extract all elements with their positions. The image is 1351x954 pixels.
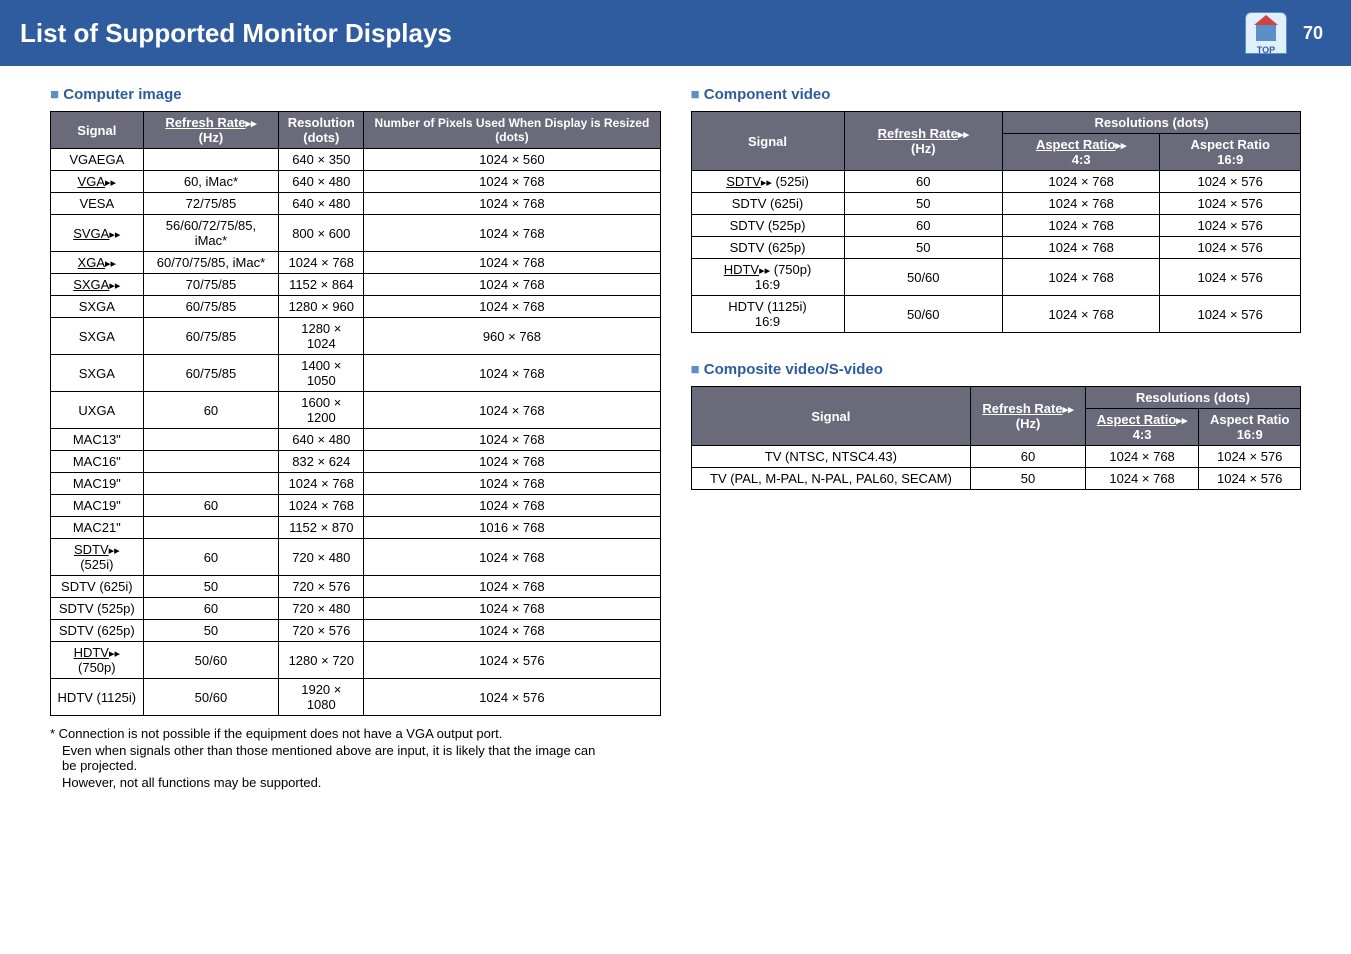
th-ar169b: Aspect Ratio16:9 [1199, 409, 1301, 446]
table-row: SDTV (625p)501024 × 7681024 × 576 [691, 237, 1301, 259]
table-row: VGAEGA640 × 3501024 × 560 [51, 149, 661, 171]
section-computer: Computer image [50, 86, 661, 103]
th-ar43: Aspect Ratio▸▸4:3 [1003, 134, 1160, 171]
table-row: SXGA60/75/851280 × 1024960 × 768 [51, 318, 661, 355]
table-row: XGA▸▸60/70/75/85, iMac*1024 × 7681024 × … [51, 252, 661, 274]
th-refresh: Refresh Rate▸▸(Hz) [143, 112, 279, 149]
table-row: SVGA▸▸56/60/72/75/85, iMac*800 × 6001024… [51, 215, 661, 252]
th-signal: Signal [51, 112, 144, 149]
table-row: SDTV (625p)50720 × 5761024 × 768 [51, 620, 661, 642]
table-row: SXGA60/75/851280 × 9601024 × 768 [51, 296, 661, 318]
th-resolutions2: Resolutions (dots) [1085, 387, 1300, 409]
table-row: MAC19"601024 × 7681024 × 768 [51, 495, 661, 517]
composite-table: Signal Refresh Rate▸▸(Hz) Resolutions (d… [691, 386, 1302, 490]
th-ar43b: Aspect Ratio▸▸4:3 [1085, 409, 1199, 446]
title-bar: List of Supported Monitor Displays TOP 7… [0, 0, 1351, 66]
top-icon[interactable]: TOP [1245, 12, 1287, 54]
section-component: Component video [691, 86, 1302, 103]
table-row: HDTV▸▸ (750p)16:950/601024 × 7681024 × 5… [691, 259, 1301, 296]
th-signal2: Signal [691, 112, 844, 171]
table-row: SXGA▸▸70/75/851152 × 8641024 × 768 [51, 274, 661, 296]
table-row: SXGA60/75/851400 × 10501024 × 768 [51, 355, 661, 392]
section-composite: Composite video/S-video [691, 361, 1302, 378]
table-row: HDTV (1125i)16:950/601024 × 7681024 × 57… [691, 296, 1301, 333]
th-signal3: Signal [691, 387, 971, 446]
table-row: MAC19"1024 × 7681024 × 768 [51, 473, 661, 495]
th-refresh2: Refresh Rate▸▸(Hz) [844, 112, 1003, 171]
table-row: SDTV (625i)501024 × 7681024 × 576 [691, 193, 1301, 215]
th-refresh3: Refresh Rate▸▸(Hz) [971, 387, 1085, 446]
table-row: UXGA601600 × 12001024 × 768 [51, 392, 661, 429]
th-ar169: Aspect Ratio16:9 [1160, 134, 1301, 171]
table-row: VGA▸▸60, iMac*640 × 4801024 × 768 [51, 171, 661, 193]
footnote: * Connection is not possible if the equi… [50, 726, 610, 790]
table-row: SDTV▸▸ (525i)601024 × 7681024 × 576 [691, 171, 1301, 193]
page-title: List of Supported Monitor Displays [20, 18, 452, 49]
table-row: TV (PAL, M-PAL, N-PAL, PAL60, SECAM)5010… [691, 468, 1301, 490]
table-row: SDTV (525p)601024 × 7681024 × 576 [691, 215, 1301, 237]
table-row: SDTV▸▸ (525i)60720 × 4801024 × 768 [51, 539, 661, 576]
table-row: HDTV▸▸(750p)50/601280 × 7201024 × 576 [51, 642, 661, 679]
th-resolutions: Resolutions (dots) [1003, 112, 1301, 134]
component-table: Signal Refresh Rate▸▸(Hz) Resolutions (d… [691, 111, 1302, 333]
table-row: MAC21"1152 × 8701016 × 768 [51, 517, 661, 539]
table-row: MAC13"640 × 4801024 × 768 [51, 429, 661, 451]
computer-table: Signal Refresh Rate▸▸(Hz) Resolution(dot… [50, 111, 661, 716]
table-row: HDTV (1125i)50/601920 × 10801024 × 576 [51, 679, 661, 716]
page-number-area: TOP 70 [1245, 12, 1331, 54]
page-number: 70 [1295, 19, 1331, 48]
table-row: MAC16"832 × 6241024 × 768 [51, 451, 661, 473]
th-pixels: Number of Pixels Used When Display is Re… [364, 112, 660, 149]
table-row: SDTV (525p)60720 × 4801024 × 768 [51, 598, 661, 620]
table-row: SDTV (625i)50720 × 5761024 × 768 [51, 576, 661, 598]
th-resolution: Resolution(dots) [279, 112, 364, 149]
table-row: VESA72/75/85640 × 4801024 × 768 [51, 193, 661, 215]
table-row: TV (NTSC, NTSC4.43)601024 × 7681024 × 57… [691, 446, 1301, 468]
